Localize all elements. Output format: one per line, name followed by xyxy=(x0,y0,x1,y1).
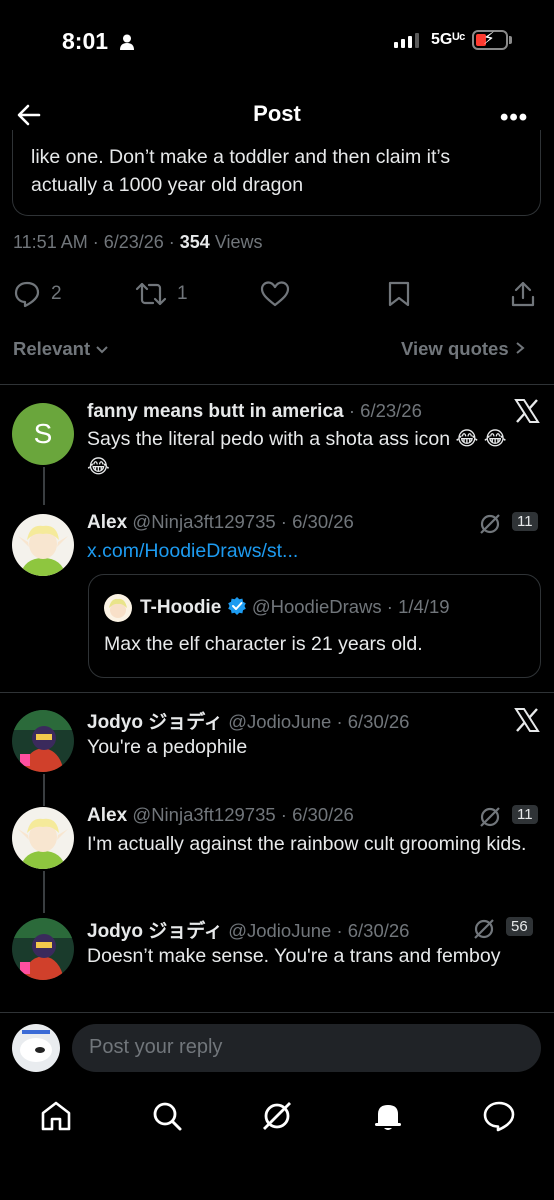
avatar[interactable] xyxy=(12,918,74,980)
reply-author-name[interactable]: Alex @Ninja3ft129735 · 6/30/26 xyxy=(87,804,354,827)
author-name: T-Hoodie xyxy=(140,597,222,618)
view-quotes-link[interactable]: View quotes xyxy=(401,338,526,360)
author-handle: @Ninja3ft129735 · 6/30/26 xyxy=(132,804,354,825)
grok-count: 11 xyxy=(512,512,538,531)
repost-count: 1 xyxy=(177,283,188,304)
person-icon xyxy=(120,34,134,50)
avatar[interactable]: S xyxy=(12,403,74,465)
battery-icon: ⚡ xyxy=(472,29,508,50)
reply-text: Doesn’t make sense. You're a trans and f… xyxy=(87,945,501,967)
network-label: 5Gᵁᶜ xyxy=(431,31,466,48)
grok-icon[interactable] xyxy=(478,805,502,829)
thread-line xyxy=(43,871,45,913)
author-handle: @HoodieDraws · 1/4/19 xyxy=(251,596,450,617)
grok-count: 56 xyxy=(506,917,533,936)
grok-icon[interactable] xyxy=(472,917,496,941)
messages-icon[interactable] xyxy=(481,1098,517,1134)
bookmark-icon xyxy=(388,281,410,307)
views-label: Views xyxy=(209,232,263,252)
share-button[interactable] xyxy=(510,279,536,309)
cellular-signal-icon xyxy=(394,33,419,48)
x-logo-icon xyxy=(514,399,540,423)
chevron-right-icon xyxy=(516,342,525,354)
reply-author-name[interactable]: fanny means butt in america · 6/23/26 xyxy=(87,400,422,423)
reply-date: · 6/23/26 xyxy=(348,400,422,421)
author-name: fanny means butt in america xyxy=(87,401,344,422)
reply-author-name[interactable]: Jodyo ジョディ @JodioJune · 6/30/26 xyxy=(87,707,409,734)
reply-button[interactable]: 2 xyxy=(13,279,62,309)
page-title: Post xyxy=(253,101,301,126)
x-logo-icon xyxy=(514,708,540,732)
battery-tip xyxy=(509,36,512,44)
divider xyxy=(0,692,554,693)
thread-line xyxy=(43,467,45,505)
share-icon xyxy=(511,281,535,307)
grok-icon[interactable] xyxy=(259,1098,295,1134)
author-name: Alex xyxy=(87,805,128,826)
like-button[interactable] xyxy=(260,279,290,309)
avatar[interactable] xyxy=(12,807,74,869)
home-icon[interactable] xyxy=(38,1098,74,1134)
search-icon[interactable] xyxy=(149,1098,185,1134)
reply-text: I'm actually against the rainbow cult gr… xyxy=(87,833,527,855)
reply-placeholder: Post your reply xyxy=(89,1036,223,1058)
divider xyxy=(0,384,554,385)
grok-count: 11 xyxy=(512,805,538,824)
author-handle: @JodioJune · 6/30/26 xyxy=(228,920,410,941)
avatar[interactable] xyxy=(12,514,74,576)
more-options-button[interactable]: ••• xyxy=(500,104,528,132)
sort-dropdown[interactable]: Relevant xyxy=(13,338,109,360)
status-time: 8:01 xyxy=(62,28,109,54)
reply-link[interactable]: x.com/HoodieDraws/st... xyxy=(87,537,298,565)
quote-author[interactable]: T-Hoodie @HoodieDraws · 1/4/19 xyxy=(140,596,450,619)
repost-button[interactable]: 1 xyxy=(135,279,188,309)
reply-icon xyxy=(14,281,40,308)
thread-line xyxy=(43,774,45,806)
notifications-icon[interactable] xyxy=(370,1098,406,1134)
reply-count: 2 xyxy=(51,283,62,304)
quoted-post-text: like one. Don’t make a toddler and then … xyxy=(31,146,451,196)
divider xyxy=(0,1012,554,1013)
views-count: 354 xyxy=(179,232,210,252)
reply-author-name[interactable]: Jodyo ジョディ @JodioJune · 6/30/26 xyxy=(87,916,409,943)
chevron-down-icon xyxy=(96,346,108,354)
reply-text: Says the literal pedo with a shota ass i… xyxy=(87,428,507,478)
repost-icon xyxy=(135,282,167,306)
avatar[interactable] xyxy=(104,594,132,622)
sort-label: Relevant xyxy=(13,338,91,359)
author-name: Jodyo ジョディ xyxy=(87,921,223,942)
quote-text: Max the elf character is 21 years old. xyxy=(104,633,423,655)
author-handle: @JodioJune · 6/30/26 xyxy=(228,711,410,732)
grok-icon[interactable] xyxy=(478,512,502,536)
post-meta: 11:51 AM · 6/23/26 · 354 Views xyxy=(13,232,263,253)
verified-badge-icon xyxy=(227,597,246,615)
author-name: Jodyo ジョディ xyxy=(87,712,223,733)
quoted-post-card[interactable] xyxy=(88,574,541,678)
heart-icon xyxy=(260,281,290,307)
avatar[interactable] xyxy=(12,710,74,772)
author-name: Alex xyxy=(87,512,128,533)
my-avatar[interactable] xyxy=(12,1024,60,1072)
bookmark-button[interactable] xyxy=(387,279,411,309)
view-quotes-label: View quotes xyxy=(401,338,509,359)
post-timestamp: 11:51 AM · 6/23/26 · xyxy=(13,232,180,252)
reply-author-name[interactable]: Alex @Ninja3ft129735 · 6/30/26 xyxy=(87,511,354,534)
reply-text: You're a pedophile xyxy=(87,736,248,758)
author-handle: @Ninja3ft129735 · 6/30/26 xyxy=(132,511,354,532)
